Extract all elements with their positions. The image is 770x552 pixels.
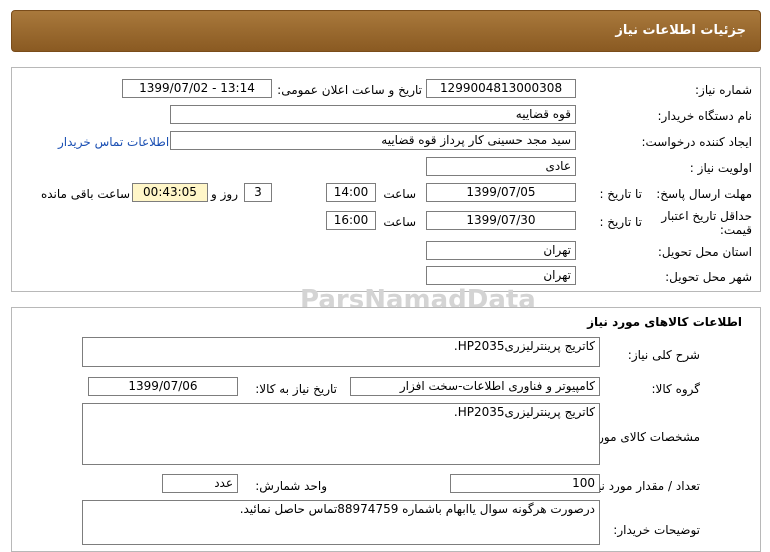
deadline-to-date-label: تا تاریخ : xyxy=(599,187,642,201)
province-field: تهران xyxy=(426,241,576,260)
deadline-date-field: 1399/07/05 xyxy=(426,183,576,202)
validity-label: حداقل تاریخ اعتبار قیمت: xyxy=(661,209,752,237)
buyer-org-label: نام دستگاه خریدار: xyxy=(657,109,753,123)
buyer-notes-label: توضیحات خریدار: xyxy=(613,523,700,537)
days-remaining-field: 3 xyxy=(244,183,272,202)
need-number-label: شماره نیاز: xyxy=(695,83,752,97)
creator-field: سید مجد حسینی کار پرداز قوه قضاییه xyxy=(170,131,576,150)
creator-label: ایجاد کننده درخواست: xyxy=(641,135,752,149)
city-field: تهران xyxy=(426,266,576,285)
announce-label: تاریخ و ساعت اعلان عمومی: xyxy=(277,83,422,97)
spec-field: کاتریج پرینترلیزریHP2035. xyxy=(82,403,600,465)
buyer-contact-link[interactable]: اطلاعات تماس خریدار xyxy=(58,135,169,149)
general-desc-field: کاتریج پرینترلیزریHP2035. xyxy=(82,337,600,367)
validity-time-label: ساعت xyxy=(383,215,416,229)
validity-date-field: 1399/07/30 xyxy=(426,211,576,230)
need-date-field: 1399/07/06 xyxy=(88,377,238,396)
need-date-label: تاریخ نیاز به کالا: xyxy=(255,382,337,396)
buyer-org-field: قوه قضاییه xyxy=(170,105,576,124)
validity-time-field: 16:00 xyxy=(326,211,376,230)
deadline-time-label: ساعت xyxy=(383,187,416,201)
city-label: شهر محل تحویل: xyxy=(665,270,752,284)
province-label: استان محل تحویل: xyxy=(657,245,752,259)
general-desc-label: شرح کلی نیاز: xyxy=(627,348,700,362)
need-number-field: 1299004813000308 xyxy=(426,79,576,98)
buyer-notes-field: درصورت هرگونه سوال یاابهام باشماره 88974… xyxy=(82,500,600,545)
unit-label: واحد شمارش: xyxy=(255,479,327,493)
priority-field: عادی xyxy=(426,157,576,176)
priority-label: اولویت نیاز : xyxy=(689,161,752,175)
deadline-time-field: 14:00 xyxy=(326,183,376,202)
remaining-time-field: 00:43:05 xyxy=(132,183,208,202)
page-header: جزئیات اطلاعات نیاز xyxy=(11,10,761,52)
goods-group-field: کامپیوتر و فناوری اطلاعات-سخت افزار xyxy=(350,377,600,396)
unit-field: عدد xyxy=(162,474,238,493)
announce-field: 1399/07/02 - 13:14 xyxy=(122,79,272,98)
validity-to-date-label: تا تاریخ : xyxy=(599,215,642,229)
page-title: جزئیات اطلاعات نیاز xyxy=(615,23,746,38)
deadline-label: مهلت ارسال پاسخ: xyxy=(656,187,752,201)
goods-group-label: گروه کالا: xyxy=(651,382,701,396)
goods-section-title: اطلاعات کالاهای مورد نیاز xyxy=(587,315,742,329)
need-details-panel xyxy=(11,67,761,292)
days-label: روز و xyxy=(211,187,238,201)
quantity-label: تعداد / مقدار مورد نیاز: xyxy=(584,479,700,493)
quantity-field: 100 xyxy=(450,474,600,493)
remaining-time-label: ساعت باقی مانده xyxy=(40,187,130,201)
